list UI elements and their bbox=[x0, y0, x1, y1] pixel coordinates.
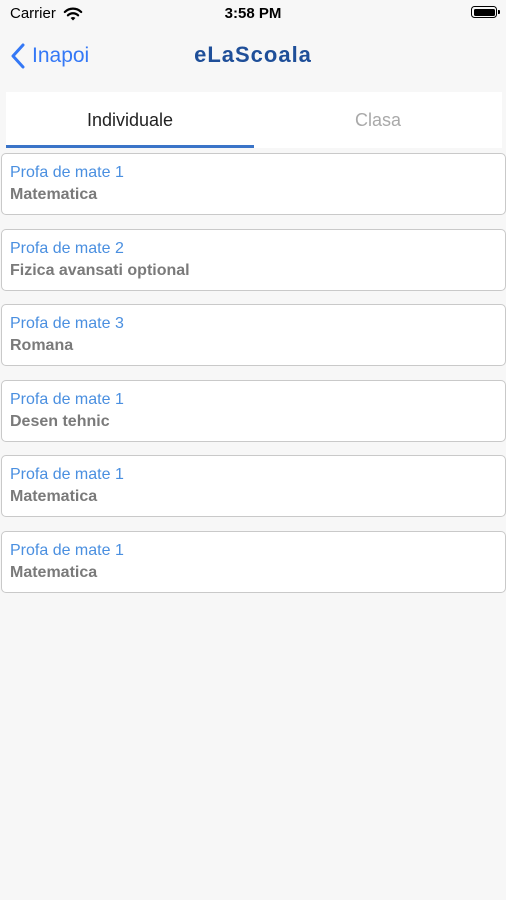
subject-name: Matematica bbox=[10, 563, 98, 581]
status-time: 3:58 PM bbox=[224, 5, 282, 22]
status-bar: Carrier 3:58 PM bbox=[0, 0, 506, 30]
nav-bar: Inapoi eLaScoala bbox=[0, 30, 506, 86]
page-title: eLaScoala bbox=[194, 42, 312, 67]
screen: Carrier 3:58 PM Inapoi eLaScoala Individ… bbox=[0, 0, 506, 900]
teacher-subject-list: Profa de mate 1 Matematica Profa de mate… bbox=[1, 153, 506, 607]
active-tab-indicator bbox=[6, 145, 254, 148]
list-item[interactable]: Profa de mate 1 Matematica bbox=[1, 153, 506, 215]
tab-individuale[interactable]: Individuale bbox=[6, 92, 254, 148]
subject-name: Romana bbox=[10, 337, 74, 355]
subject-name: Fizica avansati optional bbox=[10, 261, 190, 279]
teacher-name: Profa de mate 1 bbox=[10, 164, 124, 181]
subject-name: Matematica bbox=[10, 488, 98, 506]
segmented-tabs: Individuale Clasa bbox=[6, 92, 502, 148]
tab-clasa-label: Clasa bbox=[354, 109, 402, 130]
tab-clasa[interactable]: Clasa bbox=[254, 92, 502, 148]
teacher-name: Profa de mate 3 bbox=[10, 315, 124, 333]
list-item[interactable]: Profa de mate 2 Fizica avansati optional bbox=[1, 228, 506, 291]
list-item[interactable]: Profa de mate 1 Desen tehnic bbox=[1, 379, 506, 442]
teacher-name: Profa de mate 2 bbox=[10, 239, 124, 257]
list-item[interactable]: Profa de mate 1 Matematica bbox=[1, 455, 506, 518]
tab-individuale-label: Individuale bbox=[86, 109, 174, 130]
list-item[interactable]: Profa de mate 1 Matematica bbox=[1, 530, 506, 593]
subject-name: Desen tehnic bbox=[10, 412, 110, 430]
teacher-name: Profa de mate 1 bbox=[10, 541, 124, 559]
subject-name: Matematica bbox=[10, 186, 98, 203]
teacher-name: Profa de mate 1 bbox=[10, 390, 124, 408]
battery-icon bbox=[471, 6, 500, 18]
teacher-name: Profa de mate 1 bbox=[10, 466, 124, 484]
list-item[interactable]: Profa de mate 3 Romana bbox=[1, 304, 506, 367]
